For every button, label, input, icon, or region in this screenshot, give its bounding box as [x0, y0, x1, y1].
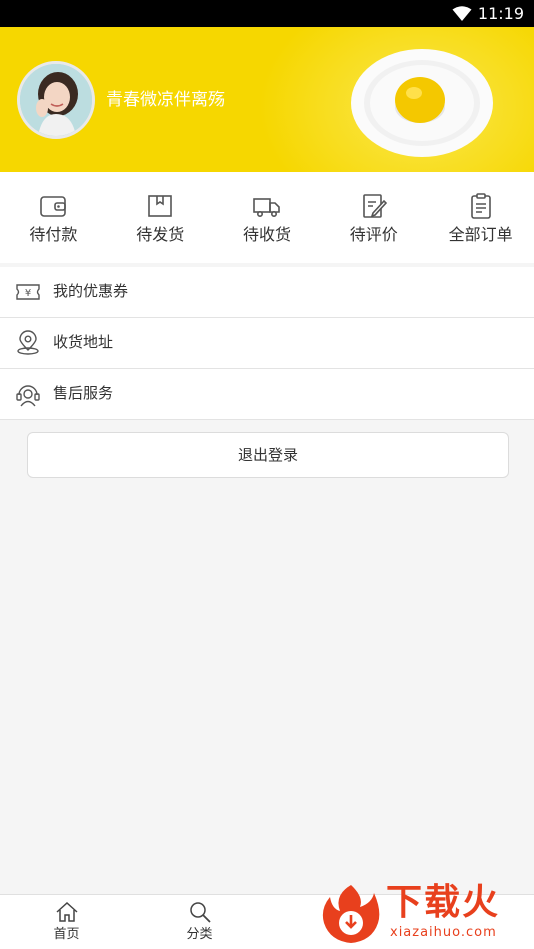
order-item-label: 全部订单 [448, 225, 513, 244]
wallet-icon [40, 196, 67, 217]
watermark: 下载火 xiazaihuo.com [316, 877, 534, 949]
menu-item-label: 我的优惠券 [53, 282, 129, 300]
home-icon [55, 901, 78, 922]
order-item-pending-review[interactable]: 待评价 [320, 172, 427, 263]
svg-text:¥: ¥ [25, 288, 31, 299]
package-icon [148, 195, 172, 217]
status-bar: 11:19 [0, 0, 534, 27]
clipboard-icon [470, 193, 491, 219]
order-item-pending-receipt[interactable]: 待收货 [214, 172, 321, 263]
lemon-plate-image [351, 49, 493, 157]
watermark-title: 下载火 [386, 882, 501, 923]
menu-item-coupons[interactable]: ¥ 我的优惠券 [0, 267, 534, 318]
menu-item-after-sales[interactable]: 售后服务 [0, 369, 534, 420]
menu-item-label: 收货地址 [53, 333, 114, 351]
coupon-icon: ¥ [16, 284, 40, 300]
username: 青春微凉伴离殇 [106, 90, 225, 110]
account-menu: ¥ 我的优惠券 收货地址 售后服务 [0, 267, 534, 420]
wifi-icon [452, 6, 472, 21]
order-item-label: 待收货 [242, 225, 291, 244]
avatar[interactable] [17, 61, 95, 139]
menu-item-label: 售后服务 [53, 384, 114, 402]
menu-item-address[interactable]: 收货地址 [0, 318, 534, 369]
edit-note-icon [362, 194, 387, 218]
order-item-pending-payment[interactable]: 待付款 [0, 172, 107, 263]
search-icon [189, 902, 211, 923]
tab-label: 分类 [186, 927, 213, 942]
order-item-all-orders[interactable]: 全部订单 [427, 172, 534, 263]
order-item-label: 待发货 [136, 225, 185, 244]
headset-icon [16, 385, 40, 407]
flame-logo-icon [322, 885, 380, 943]
tab-home[interactable]: 首页 [0, 895, 133, 949]
logout-button[interactable]: 退出登录 [27, 432, 509, 478]
truck-icon [253, 198, 280, 217]
location-pin-icon [17, 330, 39, 355]
order-item-label: 待评价 [349, 225, 398, 244]
avatar-photo [20, 64, 92, 136]
order-item-pending-shipment[interactable]: 待发货 [107, 172, 214, 263]
order-item-label: 待付款 [29, 225, 78, 244]
tab-label: 首页 [53, 927, 80, 942]
tab-category[interactable]: 分类 [133, 895, 266, 949]
clock: 11:19 [477, 4, 524, 23]
profile-header: 青春微凉伴离殇 [0, 27, 534, 172]
order-status-row: 待付款 待发货 待收货 待评价 全部订单 [0, 172, 534, 263]
watermark-subtitle: xiazaihuo.com [390, 925, 497, 940]
